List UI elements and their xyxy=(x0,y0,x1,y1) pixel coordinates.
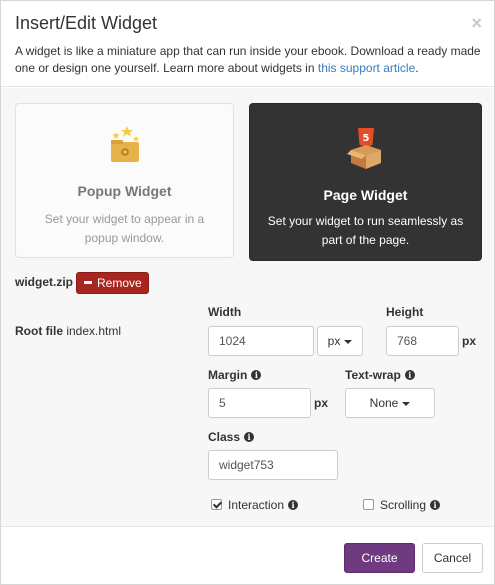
margin-label-text: Margin xyxy=(208,368,248,382)
description-end: . xyxy=(415,61,419,75)
textwrap-label-text: Text-wrap xyxy=(345,368,401,382)
minus-icon xyxy=(84,281,92,285)
support-article-link[interactable]: this support article xyxy=(318,61,415,75)
page-widget-title: Page Widget xyxy=(323,187,408,203)
dialog-footer: Create Cancel xyxy=(1,526,494,584)
caret-down-icon xyxy=(344,339,353,344)
cancel-button[interactable]: Cancel xyxy=(422,543,483,573)
root-file-label: Root file xyxy=(15,324,63,338)
width-unit-value: px xyxy=(327,334,341,348)
popup-widget-card[interactable]: Popup Widget Set your widget to appear i… xyxy=(15,103,234,258)
textwrap-select[interactable]: None xyxy=(345,388,435,418)
dialog-title: Insert/Edit Widget xyxy=(15,13,158,33)
info-icon[interactable]: i xyxy=(404,369,415,380)
info-icon[interactable]: i xyxy=(430,499,441,510)
class-label: Class i xyxy=(208,430,255,444)
create-button[interactable]: Create xyxy=(344,543,415,573)
dialog-body: Popup Widget Set your widget to appear i… xyxy=(1,88,494,526)
scrolling-option: Scrolling i xyxy=(380,498,441,512)
insert-edit-widget-dialog: Insert/Edit Widget × A widget is like a … xyxy=(0,0,495,585)
height-input[interactable]: 768 xyxy=(386,326,459,356)
popup-widget-description: Set your widget to appear in a popup win… xyxy=(44,212,205,245)
height-label-text: Height xyxy=(386,305,424,319)
widget-file-name: widget.zip xyxy=(15,275,73,289)
textwrap-value: None xyxy=(369,396,399,410)
html5-box-icon: 5 xyxy=(346,126,386,173)
svg-text:5: 5 xyxy=(362,133,369,144)
margin-input[interactable]: 5 xyxy=(208,388,311,418)
interaction-option: Interaction i xyxy=(228,498,299,512)
width-label-text: Width xyxy=(208,305,242,319)
margin-label: Margin i xyxy=(208,368,262,382)
width-input[interactable]: 1024 xyxy=(208,326,314,356)
interaction-label: Interaction xyxy=(228,498,285,512)
info-icon[interactable]: i xyxy=(244,431,255,442)
popup-widget-title: Popup Widget xyxy=(77,183,172,199)
class-input[interactable]: widget753 xyxy=(208,450,338,480)
textwrap-label: Text-wrap i xyxy=(345,368,415,382)
caret-down-icon xyxy=(402,401,411,406)
scrolling-checkbox[interactable] xyxy=(363,499,374,510)
width-unit-select[interactable]: px xyxy=(317,326,363,356)
page-widget-card[interactable]: 5 Page Widget Set your widget to run sea… xyxy=(249,103,482,261)
page-widget-description: Set your widget to run seamlessly as par… xyxy=(267,214,464,247)
root-file: Root file index.html xyxy=(15,324,121,338)
width-label: Width xyxy=(208,305,241,319)
scrolling-label: Scrolling xyxy=(380,498,427,512)
root-file-value: index.html xyxy=(66,324,122,338)
info-icon[interactable]: i xyxy=(251,369,262,380)
margin-unit: px xyxy=(314,396,329,410)
height-unit: px xyxy=(462,334,477,348)
interaction-checkbox[interactable] xyxy=(211,499,222,510)
remove-button[interactable]: Remove xyxy=(76,272,149,294)
class-label-text: Class xyxy=(208,430,241,444)
folder-stars-icon xyxy=(107,124,143,167)
info-icon[interactable]: i xyxy=(288,499,299,510)
dialog-description: A widget is like a miniature app that ca… xyxy=(15,43,485,77)
dialog-header: Insert/Edit Widget × A widget is like a … xyxy=(1,1,494,87)
remove-label: Remove xyxy=(97,276,142,290)
height-label: Height xyxy=(386,305,423,319)
close-icon[interactable]: × xyxy=(471,13,482,34)
